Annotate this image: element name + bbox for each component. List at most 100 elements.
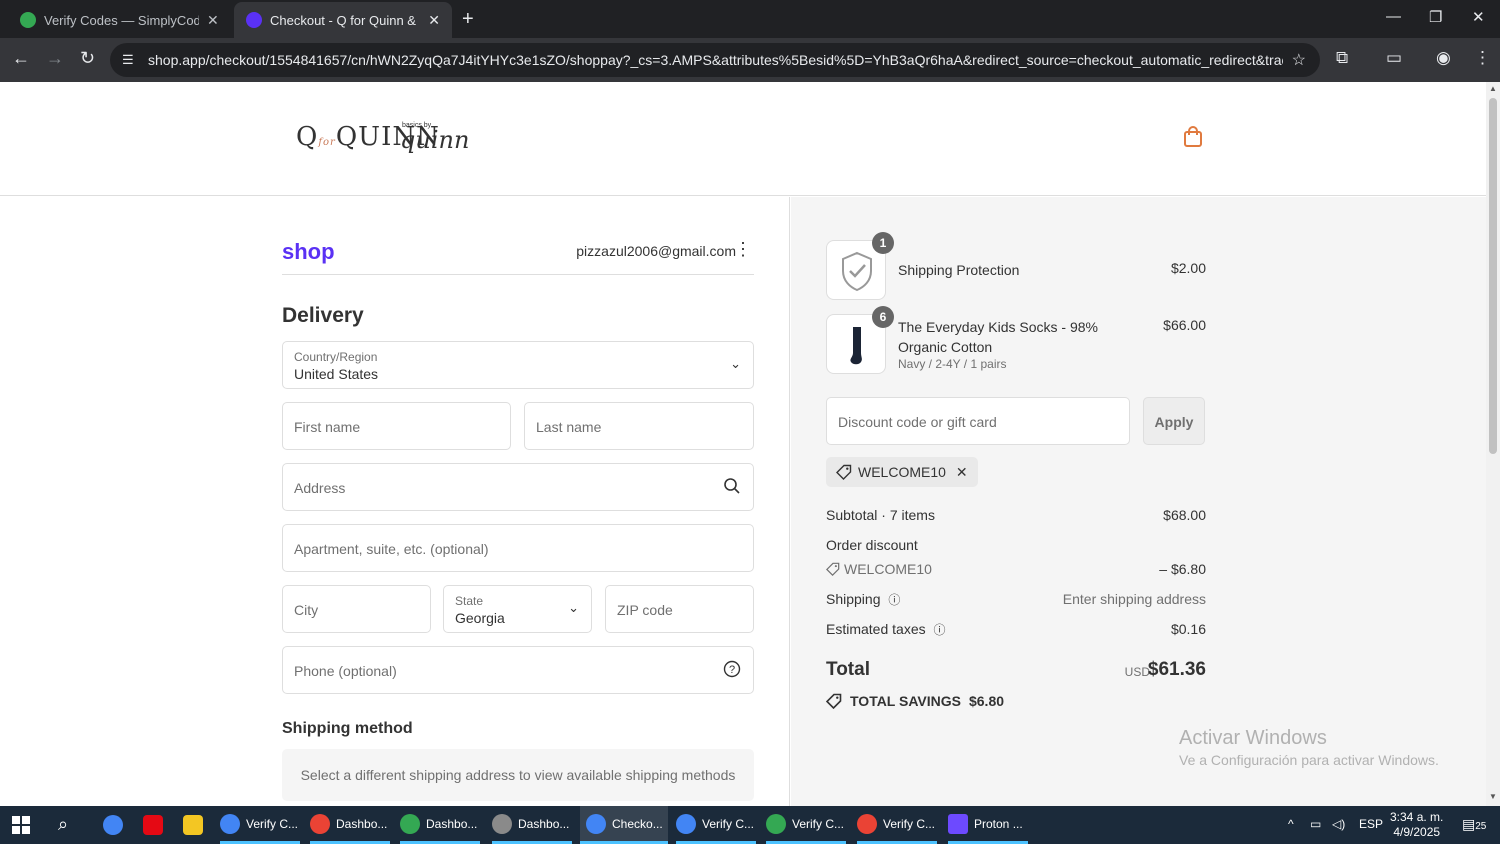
logo-quinn-script: quinn — [400, 126, 470, 154]
shop-account-bar: shop pizzazul2006@gmail.com ⋮ — [282, 237, 754, 275]
delivery-heading: Delivery — [282, 304, 364, 327]
taskbar-app-active[interactable]: Checko... — [580, 806, 668, 844]
apply-button[interactable]: Apply — [1143, 397, 1205, 445]
taskbar-app[interactable]: Verify C... — [857, 806, 937, 844]
currency-code: USD — [1124, 665, 1150, 679]
taskbar-app[interactable]: Dashbo... — [492, 806, 572, 844]
shop-logo: shop — [282, 239, 335, 264]
network-icon[interactable]: ▭ — [1310, 817, 1321, 831]
first-name-placeholder: First name — [294, 419, 361, 435]
page-scrollbar[interactable]: ▲ ▼ — [1486, 82, 1500, 806]
item-name: Shipping Protection — [898, 262, 1020, 278]
apartment-placeholder: Apartment, suite, etc. (optional) — [294, 541, 489, 557]
cast-icon[interactable]: ▭ — [1386, 48, 1402, 68]
discount-placeholder: Discount code or gift card — [838, 414, 997, 430]
new-tab-icon[interactable]: + — [462, 8, 474, 31]
watermark-line2: Ve a Configuración para activar Windows. — [1179, 752, 1439, 768]
menu-kebab-icon[interactable]: ⋮ — [1474, 48, 1491, 68]
scroll-up-icon[interactable]: ▲ — [1489, 84, 1497, 93]
city-placeholder: City — [294, 602, 319, 618]
search-icon[interactable]: ⌕ — [58, 814, 68, 835]
apartment-field[interactable]: Apartment, suite, etc. (optional) — [282, 524, 754, 572]
address-bar[interactable]: ☰ shop.app/checkout/1554841657/cn/hWN2Zy… — [110, 43, 1320, 77]
bookmark-star-icon[interactable]: ☆ — [1292, 50, 1306, 70]
back-icon[interactable]: ← — [12, 48, 30, 69]
zip-placeholder: ZIP code — [617, 602, 673, 618]
netflix-icon[interactable] — [143, 815, 163, 835]
restore-icon[interactable]: ❐ — [1429, 8, 1442, 26]
profile-icon[interactable]: ◉ — [1436, 48, 1451, 68]
shipping-label: Shipping — [826, 591, 881, 607]
tab-title: Verify Codes — SimplyCodes — [44, 12, 199, 28]
savings-value: $6.80 — [968, 693, 1005, 709]
chrome-icon — [220, 813, 240, 834]
shop-favicon-icon — [246, 12, 262, 28]
address-field[interactable]: Address — [282, 463, 754, 511]
basics-by-quinn-logo[interactable]: basics by quinn — [400, 122, 469, 153]
shipping-method-heading: Shipping method — [282, 720, 413, 737]
taskbar-app-label: Verify C... — [246, 816, 299, 831]
minimize-icon[interactable]: — — [1386, 8, 1401, 25]
tray-overflow-icon[interactable]: ^ — [1288, 817, 1294, 831]
chrome-icon — [310, 813, 330, 834]
chevron-down-icon: ⌄ — [730, 356, 741, 371]
browser-chrome: Verify Codes — SimplyCodes ✕ Checkout - … — [0, 0, 1500, 82]
total-row: Total USD $61.36 — [826, 659, 1206, 681]
item-price: $66.00 — [1163, 317, 1206, 333]
help-circle-icon[interactable]: ? — [723, 660, 741, 678]
tag-icon — [836, 464, 852, 480]
taskbar-app[interactable]: Dashbo... — [310, 806, 390, 844]
shipping-method-note: Select a different shipping address to v… — [282, 749, 754, 801]
last-name-field[interactable]: Last name — [524, 402, 754, 450]
phone-field[interactable]: Phone (optional) ? — [282, 646, 754, 694]
taskbar-app[interactable]: Verify C... — [766, 806, 846, 844]
line-item: 1 Shipping Protection $2.00 — [826, 232, 1206, 300]
extensions-icon[interactable]: ⧉ — [1336, 48, 1348, 68]
country-select[interactable]: Country/Region United States ⌄ — [282, 341, 754, 389]
logo-q: Q — [296, 122, 319, 152]
reload-icon[interactable]: ↻ — [80, 48, 95, 69]
taxes-row: Estimated taxes ⓘ $0.16 — [826, 621, 1206, 638]
discount-code-input[interactable]: Discount code or gift card — [826, 397, 1130, 445]
city-field[interactable]: City — [282, 585, 431, 633]
taskbar-app[interactable]: Verify C... — [220, 806, 300, 844]
notification-count: 25 — [1475, 821, 1487, 832]
scrollbar-thumb[interactable] — [1489, 98, 1497, 454]
volume-icon[interactable]: ◁) — [1332, 817, 1345, 831]
help-circle-icon[interactable]: ⓘ — [888, 593, 900, 607]
state-select[interactable]: State Georgia ⌄ — [443, 585, 592, 633]
close-tab-icon[interactable]: ✕ — [428, 12, 440, 29]
order-discount-value: – $6.80 — [1159, 561, 1206, 577]
taskbar-app-label: Verify C... — [792, 816, 845, 831]
language-indicator[interactable]: ESP — [1359, 817, 1383, 831]
taskbar-app[interactable]: Verify C... — [676, 806, 756, 844]
close-window-icon[interactable]: ✕ — [1472, 8, 1485, 26]
help-circle-icon[interactable]: ⓘ — [934, 623, 946, 637]
url-text[interactable]: shop.app/checkout/1554841657/cn/hWN2ZyqQ… — [148, 52, 1283, 68]
remove-discount-icon[interactable]: ✕ — [956, 464, 968, 481]
checkout-form-column: shop pizzazul2006@gmail.com ⋮ Delivery C… — [0, 197, 790, 806]
clock[interactable]: 3:34 a. m. 4/9/2025 — [1390, 810, 1443, 840]
order-discount-code-row: WELCOME10 – $6.80 — [826, 561, 1206, 577]
taskbar-app[interactable]: Proton ... — [948, 806, 1028, 844]
tab-checkout[interactable]: Checkout - Q for Quinn & Basics ✕ — [234, 2, 452, 38]
order-discount-code: WELCOME10 — [844, 561, 932, 577]
chrome-icon — [857, 813, 877, 834]
tab-verify-codes[interactable]: Verify Codes — SimplyCodes ✕ — [8, 2, 234, 38]
scroll-down-icon[interactable]: ▼ — [1489, 792, 1497, 801]
shopping-bag-icon[interactable] — [1183, 126, 1203, 148]
taskbar-app[interactable]: Dashbo... — [400, 806, 480, 844]
order-discount-row: Order discount — [826, 537, 1206, 553]
forward-icon[interactable]: → — [46, 48, 64, 69]
file-explorer-icon[interactable] — [183, 815, 203, 835]
taskbar-app-label: Checko... — [612, 816, 663, 831]
total-savings: TOTAL SAVINGS $6.80 — [826, 693, 1004, 709]
chrome-icon[interactable] — [103, 815, 123, 835]
close-tab-icon[interactable]: ✕ — [207, 12, 219, 29]
windows-start-icon[interactable] — [12, 816, 30, 834]
notifications-icon[interactable]: ▤25 — [1462, 816, 1486, 834]
account-menu-icon[interactable]: ⋮ — [734, 239, 752, 260]
first-name-field[interactable]: First name — [282, 402, 511, 450]
zip-field[interactable]: ZIP code — [605, 585, 754, 633]
site-info-icon[interactable]: ☰ — [122, 52, 142, 68]
